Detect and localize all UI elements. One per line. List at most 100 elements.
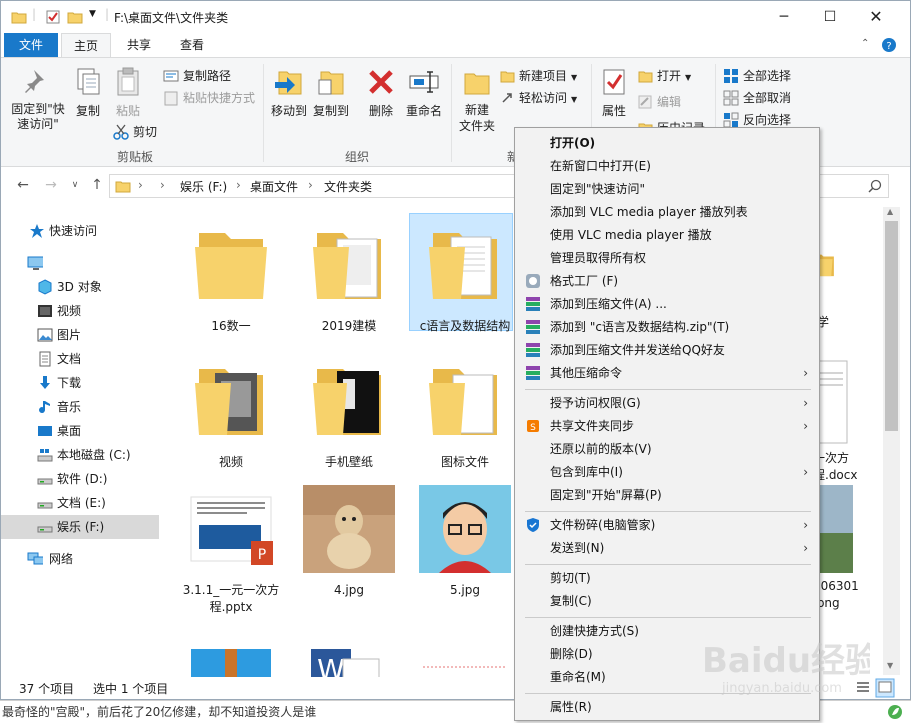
file-item[interactable]: 16数一: [181, 219, 281, 335]
maximize-button[interactable]: ☐: [807, 1, 853, 33]
recent-dropdown-icon[interactable]: ∨: [65, 180, 85, 198]
vertical-scrollbar[interactable]: ▲ ▼: [883, 207, 900, 675]
file-item-selected[interactable]: c语言及数据结构: [409, 213, 515, 335]
nav-item-music[interactable]: 音乐: [1, 395, 159, 419]
tab-file[interactable]: 文件: [4, 33, 58, 57]
menu-item-format-factory[interactable]: 格式工厂 (F): [516, 270, 818, 293]
nav-item-quick-access[interactable]: 快速访问: [1, 219, 159, 243]
file-item[interactable]: 5.jpg: [415, 483, 515, 599]
new-folder-button[interactable]: 新建 文件夹: [457, 66, 497, 134]
open-button[interactable]: 打开 ▼: [637, 66, 691, 86]
menu-item-include-library[interactable]: 包含到库中(I) ›: [516, 461, 818, 484]
edit-button[interactable]: 编辑: [637, 92, 681, 112]
menu-item-cut[interactable]: 剪切(T): [516, 567, 818, 590]
breadcrumb-desktop-files[interactable]: 桌面文件: [250, 178, 298, 195]
menu-item-open[interactable]: 打开(O): [516, 132, 818, 155]
tab-share[interactable]: 共享: [115, 33, 163, 57]
copy-path-button[interactable]: 复制路径: [163, 66, 231, 86]
breadcrumb-drive[interactable]: 娱乐 (F:): [180, 178, 227, 195]
tab-view[interactable]: 查看: [167, 33, 217, 57]
tab-home[interactable]: 主页: [61, 33, 111, 58]
crumb-chevron-icon[interactable]: ›: [236, 178, 241, 192]
file-item[interactable]: 手机壁纸: [299, 355, 399, 471]
delete-button[interactable]: 删除: [363, 66, 399, 119]
nav-item-drive-e[interactable]: 文档 (E:): [1, 491, 159, 515]
rename-button[interactable]: 重命名: [403, 66, 445, 119]
breadcrumb-folder-category[interactable]: 文件夹类: [324, 178, 372, 195]
file-item[interactable]: 图标文件: [415, 355, 515, 471]
submenu-arrow-icon: ›: [803, 518, 808, 532]
nav-item-network[interactable]: 网络: [1, 547, 159, 571]
new-folder-icon[interactable]: [67, 9, 83, 25]
nav-item-videos[interactable]: 视频: [1, 299, 159, 323]
crumb-chevron-icon[interactable]: ›: [138, 178, 143, 192]
scrollbar-thumb[interactable]: [885, 221, 898, 431]
file-item-partial[interactable]: 906301 .png: [813, 483, 883, 612]
new-item-button[interactable]: 新建项目 ▼: [499, 66, 577, 86]
file-item[interactable]: [415, 639, 515, 677]
nav-item-this-pc[interactable]: [1, 251, 159, 275]
nav-item-downloads[interactable]: 下载: [1, 371, 159, 395]
up-arrow-icon[interactable]: ↑: [87, 177, 107, 195]
scroll-up-arrow-icon[interactable]: ▲: [887, 207, 893, 216]
menu-item-add-archive[interactable]: 添加到压缩文件(A) ...: [516, 293, 818, 316]
copy-to-button[interactable]: 复制到: [311, 66, 351, 119]
help-icon[interactable]: ?: [881, 37, 897, 53]
nav-item-3d-objects[interactable]: 3D 对象: [1, 275, 159, 299]
pin-quick-access-button[interactable]: 固定到"快速访问": [7, 66, 69, 132]
paste-shortcut-button[interactable]: 粘贴快捷方式: [163, 88, 255, 108]
crumb-chevron-icon[interactable]: ›: [160, 178, 165, 192]
large-icons-view-icon[interactable]: [875, 678, 895, 698]
back-arrow-icon[interactable]: ←: [13, 177, 33, 195]
forward-arrow-icon[interactable]: →: [41, 177, 61, 195]
move-to-button[interactable]: 移动到: [269, 66, 309, 119]
image-thumbnail-avatar: [419, 485, 511, 573]
nav-item-drive-f[interactable]: 娱乐 (F:): [1, 515, 159, 539]
menu-item-pin-start[interactable]: 固定到"开始"屏幕(P): [516, 484, 818, 507]
menu-item-copy[interactable]: 复制(C): [516, 590, 818, 613]
file-item[interactable]: P 3.1.1_一元一次方程.pptx: [181, 483, 281, 616]
search-icon[interactable]: [868, 179, 882, 193]
menu-item-take-ownership[interactable]: 管理员取得所有权: [516, 247, 818, 270]
news-text[interactable]: 最奇怪的"宫殿"，前后花了20亿修建，却不知道投资人是谁: [2, 705, 316, 719]
minimize-button[interactable]: ─: [761, 1, 807, 33]
paste-button[interactable]: 粘贴: [111, 66, 145, 119]
easy-access-button[interactable]: 轻松访问 ▼: [499, 88, 577, 108]
menu-item-pin-quick-access[interactable]: 固定到"快速访问": [516, 178, 818, 201]
menu-item-restore-versions[interactable]: 还原以前的版本(V): [516, 438, 818, 461]
menu-item-send-to[interactable]: 发送到(N) ›: [516, 537, 818, 560]
menu-item-vlc-add-playlist[interactable]: 添加到 VLC media player 播放列表: [516, 201, 818, 224]
file-item[interactable]: 视频: [181, 355, 281, 471]
cut-button[interactable]: 剪切: [113, 122, 157, 142]
file-item[interactable]: W: [299, 639, 399, 677]
menu-item-add-to-zip[interactable]: 添加到 "c语言及数据结构.zip"(T): [516, 316, 818, 339]
crumb-chevron-icon[interactable]: ›: [308, 178, 313, 192]
nav-item-pictures[interactable]: 图片: [1, 323, 159, 347]
close-button[interactable]: ✕: [853, 1, 899, 33]
nav-item-drive-d[interactable]: 软件 (D:): [1, 467, 159, 491]
file-item-partial[interactable]: 一次方 程.docx: [813, 355, 883, 484]
properties-check-icon[interactable]: [45, 9, 61, 25]
menu-item-file-shredder[interactable]: 文件粉碎(电脑管家) ›: [516, 514, 818, 537]
nav-item-documents[interactable]: 文档: [1, 347, 159, 371]
menu-item-open-new-window[interactable]: 在新窗口中打开(E): [516, 155, 818, 178]
select-none-button[interactable]: 全部取消: [723, 88, 791, 108]
properties-button[interactable]: 属性: [597, 66, 631, 119]
scroll-down-arrow-icon[interactable]: ▼: [887, 661, 893, 670]
collapse-ribbon-icon[interactable]: ⌃: [861, 38, 869, 49]
quick-access-dropdown-icon[interactable]: ▼: [89, 9, 96, 25]
menu-item-archive-send-qq[interactable]: 添加到压缩文件并发送给QQ好友: [516, 339, 818, 362]
nav-item-drive-c[interactable]: 本地磁盘 (C:): [1, 443, 159, 467]
copy-button[interactable]: 复制: [71, 66, 105, 119]
menu-item-vlc-play[interactable]: 使用 VLC media player 播放: [516, 224, 818, 247]
file-item[interactable]: 4.jpg: [299, 483, 399, 599]
file-item[interactable]: [181, 639, 281, 677]
menu-item-grant-access[interactable]: 授予访问权限(G) ›: [516, 392, 818, 415]
menu-item-other-compress[interactable]: 其他压缩命令 ›: [516, 362, 818, 385]
menu-item-properties[interactable]: 属性(R): [516, 696, 818, 719]
nav-item-desktop[interactable]: 桌面: [1, 419, 159, 443]
select-all-button[interactable]: 全部选择: [723, 66, 791, 86]
menu-item-folder-sync[interactable]: S 共享文件夹同步 ›: [516, 415, 818, 438]
file-item-partial[interactable]: 学: [813, 219, 883, 331]
file-item[interactable]: 2019建模: [299, 219, 399, 335]
